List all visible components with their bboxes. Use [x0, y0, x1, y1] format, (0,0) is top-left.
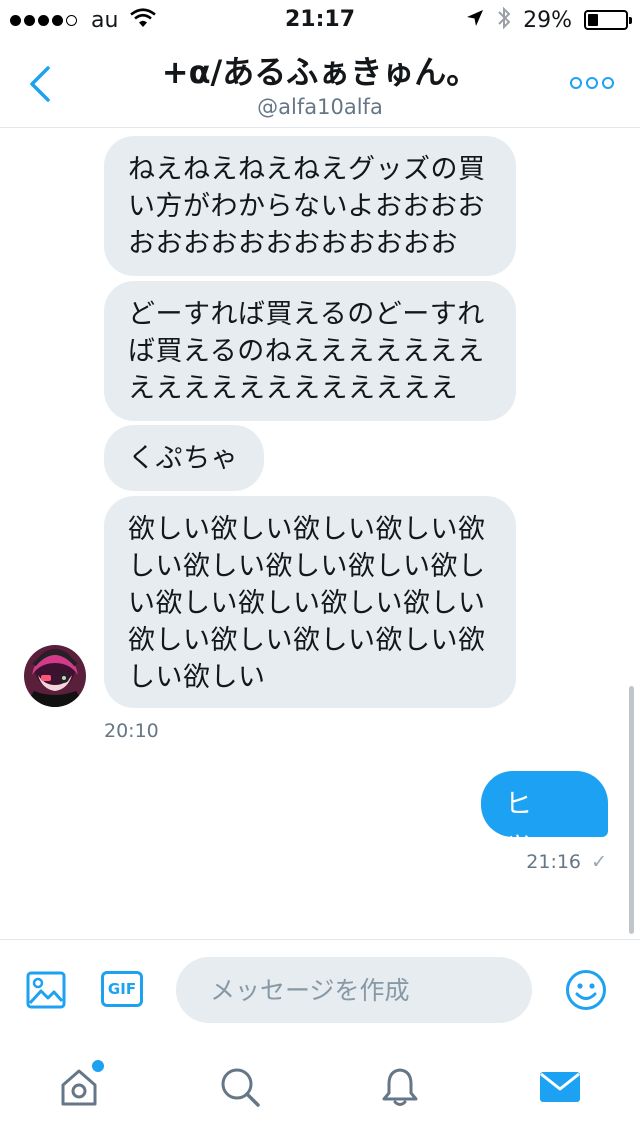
- search-icon: [221, 1068, 260, 1107]
- outgoing-timestamp: 21:16: [526, 851, 582, 873]
- envelope-icon: [540, 1072, 580, 1102]
- scrollbar[interactable]: [629, 686, 634, 934]
- battery-percentage: 29%: [523, 7, 572, 33]
- incoming-message[interactable]: どーすれば買えるのどーすれ ば買えるのねえええええええ ええええええええええええ: [104, 281, 516, 421]
- chevron-left-icon: [30, 66, 50, 102]
- incoming-timestamp: 20:10: [104, 720, 159, 742]
- tab-messages[interactable]: [536, 1063, 584, 1111]
- tab-bar: [0, 1041, 640, 1136]
- image-icon[interactable]: [26, 970, 66, 1010]
- bell-icon: [382, 1068, 418, 1106]
- battery-fill: [588, 14, 598, 26]
- emoji-icon[interactable]: [565, 969, 607, 1011]
- outgoing-message[interactable]: ヒッ…: [481, 771, 608, 857]
- bluetooth-icon: [497, 6, 511, 34]
- message-list[interactable]: ねえねえねえねえグッズの買 い方がわからないよおおおお おおおおおおおおおおおお…: [0, 129, 640, 939]
- more-dots-icon[interactable]: [570, 68, 614, 98]
- outgoing-meta: 21:16 ✓: [526, 851, 607, 873]
- contact-avatar[interactable]: [24, 645, 86, 707]
- battery-icon: [584, 10, 632, 30]
- gif-icon[interactable]: GIF: [101, 971, 143, 1007]
- message-input[interactable]: [176, 957, 532, 1023]
- conversation-header: +α/あるふぁきゅん。 @alfa10alfa: [0, 40, 640, 128]
- home-notification-dot: [90, 1058, 106, 1074]
- contact-handle: @alfa10alfa: [257, 95, 383, 119]
- read-check-icon: ✓: [591, 851, 607, 873]
- incoming-message[interactable]: 欲しい欲しい欲しい欲しい欲 しい欲しい欲しい欲しい欲し い欲しい欲しい欲しい欲し…: [104, 496, 516, 708]
- dm-screen: au 21:17 29% +α/あるふぁきゅん。 @alfa10alfa ねえね…: [0, 0, 640, 1136]
- contact-display-name: +α/あるふぁきゅん。: [161, 53, 479, 91]
- conversation-title[interactable]: +α/あるふぁきゅん。 @alfa10alfa: [110, 50, 530, 120]
- status-right: 29%: [465, 0, 632, 40]
- tab-search[interactable]: [216, 1063, 264, 1111]
- status-bar: au 21:17 29%: [0, 0, 640, 40]
- composer-bar: GIF: [0, 939, 640, 1041]
- incoming-message[interactable]: くぷちゃ: [104, 425, 264, 491]
- tab-notifications[interactable]: [376, 1063, 424, 1111]
- location-arrow-icon: [465, 8, 485, 32]
- incoming-message[interactable]: ねえねえねえねえグッズの買 い方がわからないよおおおお おおおおおおおおおおおお: [104, 136, 516, 276]
- back-button[interactable]: [22, 60, 58, 108]
